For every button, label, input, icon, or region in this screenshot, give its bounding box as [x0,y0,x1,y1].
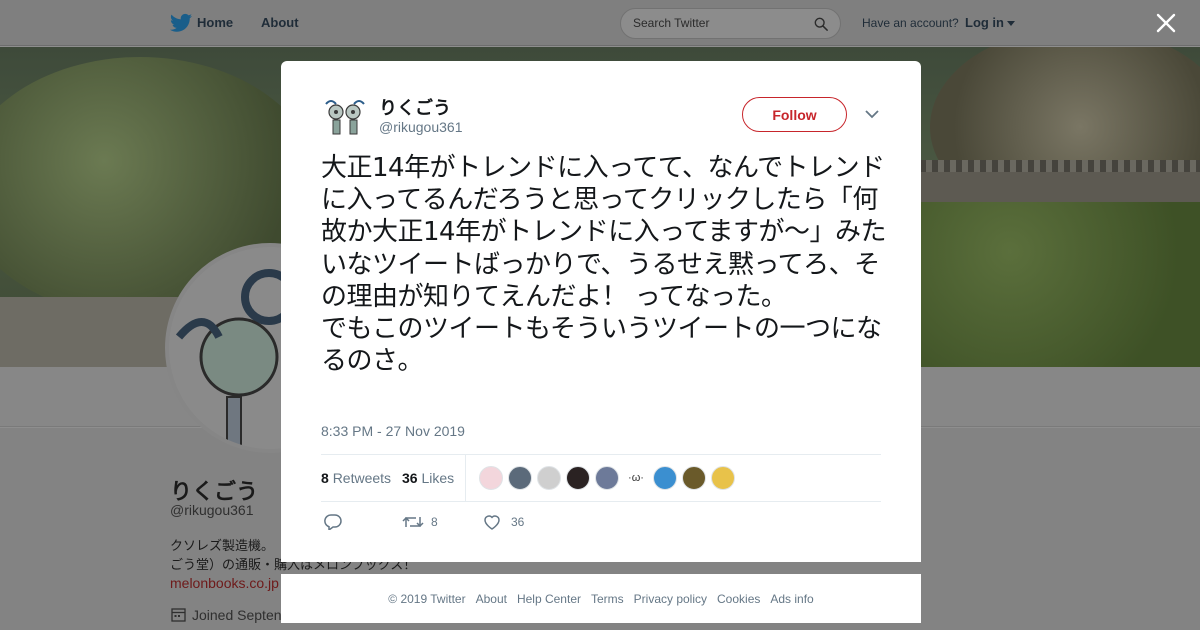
close-icon[interactable] [1155,12,1177,34]
liker-avatar[interactable] [682,466,706,490]
footer-links: © 2019 Twitter About Help Center Terms Priva… [281,592,921,606]
footer-link[interactable]: Cookies [717,592,760,606]
calendar-icon [171,608,186,622]
profile-website-link[interactable]: melonbooks.co.jp [170,575,279,591]
stats-divider [465,455,466,501]
like-count: 36 [511,515,525,529]
tweet-modal: りくごう @rikugou361 Follow 大正14年がトレンドに入ってて、… [281,61,921,562]
top-nav: Home About Have an account? Log in [0,0,1200,46]
author-handle[interactable]: @rikugou361 [379,119,463,135]
heart-icon [484,515,500,530]
tweet-timestamp[interactable]: 8:33 PM - 27 Nov 2019 [321,423,465,439]
footer-link[interactable]: Ads info [770,592,813,606]
twitter-bird-icon[interactable] [170,13,192,33]
liker-avatar[interactable]: ·ω· [624,466,648,490]
like-button[interactable]: 36 [483,512,543,532]
profile-joined-date: Joined Septen [192,607,282,623]
search-input[interactable] [633,16,813,30]
tweet-stats: 8 Retweets 36 Likes ·ω· [321,454,881,502]
profile-bio: クソレズ製造機。 [170,539,275,554]
tweet-actions: 8 36 [321,512,881,536]
follow-button[interactable]: Follow [742,97,847,132]
have-account-text: Have an account? [862,16,959,30]
modal-footer: © 2019 Twitter About Help Center Terms Priva… [281,574,921,623]
author-name[interactable]: りくごう [379,94,451,120]
liker-avatar[interactable] [711,466,735,490]
nav-home-link[interactable]: Home [197,15,233,30]
liker-avatar[interactable] [595,466,619,490]
nav-about-link[interactable]: About [261,15,299,30]
liker-avatar[interactable] [653,466,677,490]
retweet-count: 8 [431,515,438,529]
banner-hedge [920,202,1200,367]
footer-link[interactable]: About [476,592,507,606]
liker-avatar[interactable] [566,466,590,490]
chevron-down-icon[interactable] [1007,21,1015,26]
likes-stat[interactable]: 36 Likes [402,470,454,486]
profile-handle[interactable]: @rikugou361 [170,502,254,518]
tweet-text: 大正14年がトレンドに入ってて、なんでトレンドに入ってるんだろうと思ってクリック… [321,153,887,377]
login-link[interactable]: Log in [965,15,1004,30]
retweet-button[interactable]: 8 [402,512,462,532]
banner-wall [920,172,1200,202]
chevron-down-icon[interactable] [864,108,880,120]
footer-link[interactable]: © 2019 Twitter [388,592,465,606]
reply-icon [324,514,342,530]
liker-avatar[interactable] [537,466,561,490]
footer-link[interactable]: Help Center [517,592,581,606]
retweet-icon [402,516,424,528]
search-icon[interactable] [814,17,828,31]
liker-avatar[interactable] [508,466,532,490]
liker-avatar[interactable] [479,466,503,490]
reply-button[interactable] [324,512,344,532]
author-avatar[interactable] [321,94,369,142]
footer-link[interactable]: Privacy policy [634,592,707,606]
search-box[interactable] [620,8,841,39]
footer-link[interactable]: Terms [591,592,624,606]
retweets-stat[interactable]: 8 Retweets [321,470,391,486]
